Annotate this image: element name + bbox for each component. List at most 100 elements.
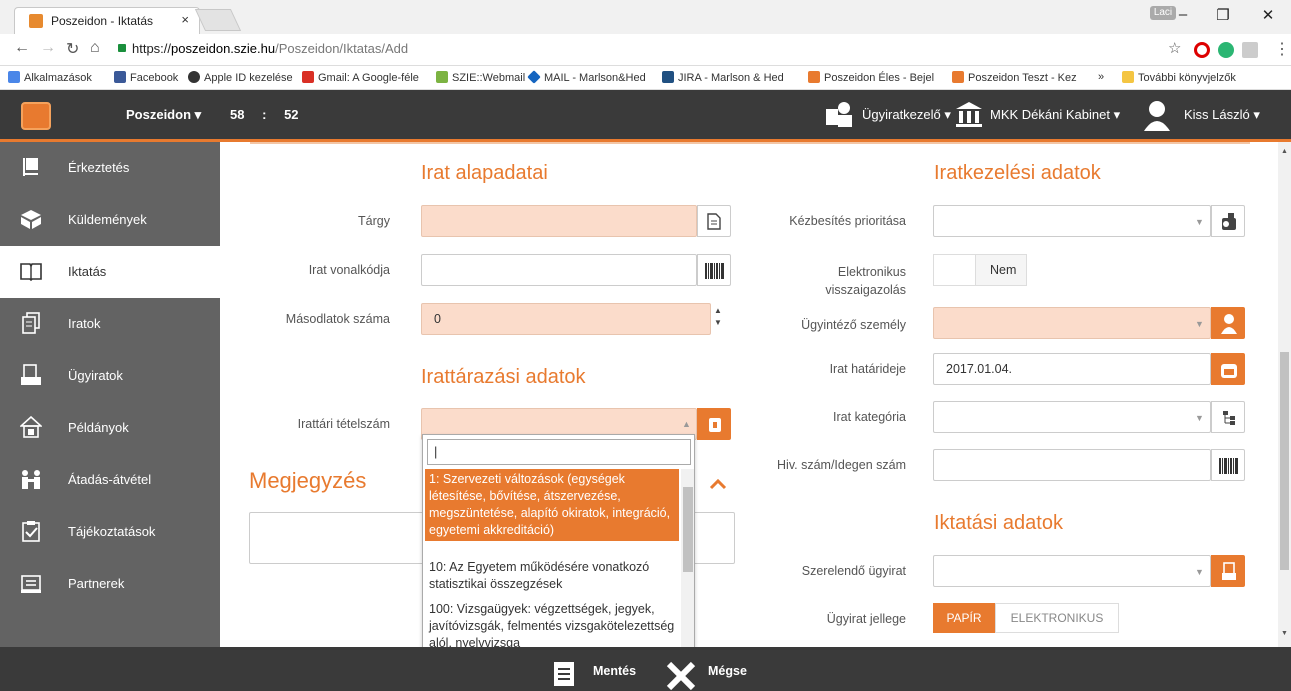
extension-icon[interactable] [1242, 42, 1258, 58]
dropdown-option[interactable]: 10: Az Egyetem működésére vonatkozó stat… [425, 557, 679, 595]
bookmark-apps[interactable]: Alkalmazások [8, 71, 92, 84]
sidebar-item-iktatas[interactable]: Iktatás [0, 246, 220, 298]
sidebar-item-tajekoztatasok[interactable]: Tájékoztatások [0, 506, 220, 558]
ugyintezo-addon[interactable] [1211, 307, 1245, 339]
folder-icon [1122, 71, 1134, 83]
save-label: Mentés [593, 664, 637, 678]
facebook-icon [114, 71, 126, 83]
bookmark-poszeidon-teszt[interactable]: Poszeidon Teszt - Kez [952, 71, 1077, 84]
browser-tab-strip: Poszeidon - Iktatás × Laci – ❐ ✕ [0, 0, 1291, 34]
targy-addon[interactable] [697, 205, 731, 237]
address-bar[interactable]: https://poszeidon.szie.hu/Poszeidon/Ikta… [132, 41, 408, 56]
bookmark-apple[interactable]: Apple ID kezelése [188, 71, 293, 84]
elektronikus-toggle[interactable]: Nem [933, 254, 1027, 286]
url-path: /Poszeidon/Iktatas/Add [275, 41, 409, 56]
reload-icon[interactable]: ↻ [66, 39, 79, 59]
bookmarks-bar: Alkalmazások Facebook Apple ID kezelése … [0, 66, 1291, 90]
poszeidon-logo[interactable] [21, 102, 51, 130]
app-menu[interactable]: Poszeidon ▾ [126, 107, 201, 123]
bookmark-webmail[interactable]: SZIE::Webmail [436, 71, 525, 84]
sidebar-item-partnerek[interactable]: Partnerek [0, 558, 220, 610]
szerelendo-addon[interactable] [1211, 555, 1245, 587]
section-title-megjegyzes: Megjegyzés [249, 468, 367, 493]
scroll-down-icon[interactable]: ▼ [1281, 630, 1288, 637]
kategoria-select[interactable] [933, 401, 1211, 433]
bookmark-gmail[interactable]: Gmail: A Google-féle [302, 71, 419, 84]
dropdown-search-input[interactable]: | [427, 439, 691, 465]
jelleg-papir-button[interactable]: PAPÍR [933, 603, 995, 633]
szerelendo-select[interactable] [933, 555, 1211, 587]
hatarido-input[interactable]: 2017.01.04. [933, 353, 1211, 385]
save-button[interactable]: Mentés [553, 647, 653, 691]
masodlatok-stepper[interactable]: ▲ ▼ [712, 305, 724, 333]
scroll-up-icon[interactable]: ▲ [1281, 148, 1288, 155]
new-tab-button[interactable] [194, 9, 242, 31]
bookmark-star-icon[interactable]: ☆ [1168, 39, 1181, 57]
vonalkod-addon[interactable] [697, 254, 731, 286]
tetelszam-addon[interactable] [697, 408, 731, 440]
bookmark-poszeidon-eles[interactable]: Poszeidon Éles - Bejel [808, 71, 934, 84]
session-counter: 58 : 52 [230, 107, 299, 122]
bookmark-mail[interactable]: MAIL - Marlson&Hed [527, 70, 646, 84]
sidebar-item-label: Küldemények [68, 212, 147, 227]
back-icon[interactable]: ← [14, 39, 30, 57]
kategoria-addon[interactable] [1211, 401, 1245, 433]
bookmarks-overflow[interactable]: » [1098, 71, 1104, 83]
bookmark-other[interactable]: További könyvjelzők [1122, 71, 1236, 84]
tab-close-icon[interactable]: × [181, 12, 189, 27]
dropdown-scrollbar[interactable] [681, 469, 694, 661]
unit-menu[interactable]: MKK Dékáni Kabinet ▾ [990, 107, 1120, 123]
dolly-icon [23, 158, 38, 176]
document-icon [707, 213, 721, 230]
page-scrollbar[interactable]: ▲ ▼ [1278, 142, 1291, 647]
dropdown-scroll-thumb[interactable] [683, 487, 693, 572]
bookmark-label: SZIE::Webmail [452, 72, 526, 84]
collapse-chevron-icon[interactable] [709, 474, 727, 495]
bookmark-label: Facebook [130, 72, 179, 84]
restore-icon[interactable]: ❐ [1205, 6, 1241, 28]
targy-input[interactable] [421, 205, 697, 237]
ugyiratkezelo-menu[interactable]: Ügyiratkezelő ▾ [862, 107, 951, 123]
vonalkod-input[interactable] [421, 254, 697, 286]
app-header: Poszeidon ▾ 58 : 52 Ügyiratkezelő ▾ MKK … [0, 90, 1291, 142]
sidebar-item-ugyiratok[interactable]: Ügyiratok [0, 350, 220, 402]
counter-separator: : [262, 107, 267, 122]
kezbesites-select[interactable] [933, 205, 1211, 237]
poszeidon-icon [808, 71, 820, 83]
kezbesites-addon[interactable] [1211, 205, 1245, 237]
sidebar-item-kuldemenyek[interactable]: Küldemények [0, 194, 220, 246]
dropdown-option[interactable]: 1: Szervezeti változások (egységek létes… [425, 469, 679, 541]
person-icon [1221, 314, 1237, 334]
sidebar-item-iratok[interactable]: Iratok [0, 298, 220, 350]
hivszam-addon[interactable] [1211, 449, 1245, 481]
user-menu[interactable]: Kiss László ▾ [1184, 107, 1260, 123]
masodlatok-input[interactable]: 0 [421, 303, 711, 335]
hatarido-label: Irat határideje [829, 362, 906, 376]
counter-minutes: 58 [230, 107, 245, 122]
footer-bar: Mentés Mégse [0, 647, 1291, 691]
institution-icon [956, 102, 982, 127]
hivszam-input[interactable] [933, 449, 1211, 481]
hatarido-addon[interactable] [1211, 353, 1245, 385]
cancel-button[interactable]: Mégse [666, 647, 766, 691]
dropdown-option[interactable]: 100: Vizsgaügyek: végzettségek, jegyek, … [425, 599, 679, 654]
kategoria-label: Irat kategória [833, 410, 906, 424]
close-window-icon[interactable]: ✕ [1250, 6, 1286, 28]
browser-tab[interactable]: Poszeidon - Iktatás × [14, 7, 200, 34]
sidebar-item-erkeztetes[interactable]: Érkeztetés [0, 142, 220, 194]
sidebar-item-peldanyok[interactable]: Példányok [0, 402, 220, 454]
opera-extension-icon[interactable] [1194, 42, 1210, 58]
home-icon[interactable]: ⌂ [90, 39, 100, 57]
jelleg-elektronikus-button[interactable]: ELEKTRONIKUS [995, 603, 1119, 633]
masodlatok-label: Másodlatok száma [285, 312, 390, 326]
bookmark-jira[interactable]: JIRA - Marlson & Hed [662, 71, 784, 84]
bookmark-facebook[interactable]: Facebook [114, 71, 178, 84]
page-scroll-thumb[interactable] [1280, 352, 1289, 570]
forward-icon[interactable]: → [40, 39, 56, 57]
ugyintezo-select[interactable] [933, 307, 1211, 339]
sidebar-item-atadas-atvetel[interactable]: Átadás-átvétel [0, 454, 220, 506]
minimize-icon[interactable]: – [1165, 6, 1201, 28]
m-extension-icon[interactable] [1218, 42, 1234, 58]
clipboard-icon [22, 521, 40, 542]
chrome-menu-icon[interactable]: ⋮ [1274, 39, 1290, 59]
